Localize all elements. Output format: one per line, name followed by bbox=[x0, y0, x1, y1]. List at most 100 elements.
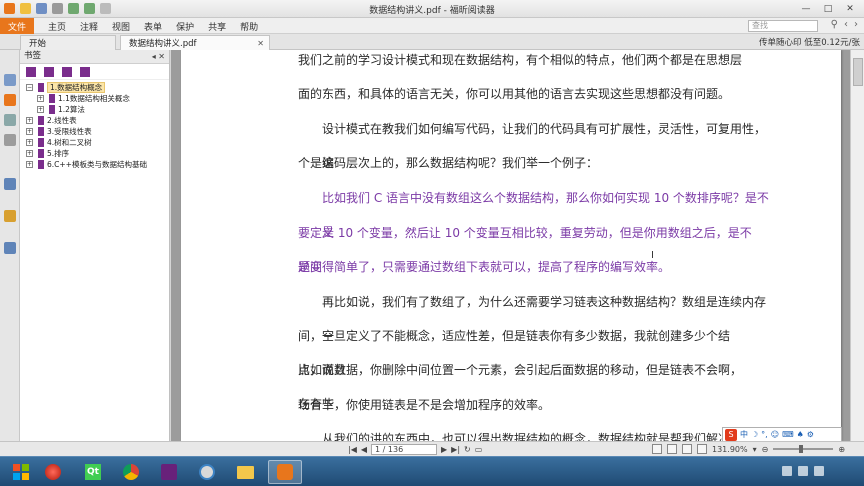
taskbar-app[interactable] bbox=[114, 460, 148, 484]
bookmark-icon[interactable] bbox=[4, 94, 16, 106]
continuous-facing-icon[interactable] bbox=[697, 444, 707, 454]
bookmark-item[interactable]: + 3.受限线性表 bbox=[20, 126, 169, 137]
sogou-icon[interactable]: S bbox=[725, 428, 737, 441]
bookmark-item[interactable]: + 5.排序 bbox=[20, 148, 169, 159]
search-icon[interactable]: ⚲ bbox=[831, 19, 838, 30]
bookmark-delete-icon[interactable] bbox=[62, 66, 72, 77]
close-icon[interactable]: ✕ bbox=[840, 2, 860, 15]
tools-icon[interactable]: ⚙ bbox=[807, 430, 814, 439]
doc-line: 从我们的讲的东西中，也可以得出数据结构的概念，数据结构就是帮我们解决如何依 bbox=[322, 432, 767, 441]
tab-close-icon[interactable]: ✕ bbox=[257, 39, 264, 48]
search-input[interactable]: 查找 bbox=[748, 20, 818, 32]
zoom-out-icon[interactable]: ⊖ bbox=[762, 445, 769, 454]
scrollbar-thumb[interactable] bbox=[853, 58, 863, 86]
bookmark-item[interactable]: + 6.C++模板类与数据结构基础 bbox=[20, 159, 169, 170]
taskbar-app[interactable] bbox=[190, 460, 224, 484]
zoom-options-icon[interactable]: ▾ bbox=[753, 445, 757, 454]
tab-document[interactable]: 数据结构讲义.pdf ✕ bbox=[120, 35, 270, 50]
first-page-icon[interactable]: |◀ bbox=[348, 445, 357, 454]
taskbar: Qt bbox=[0, 456, 864, 486]
zoom-slider[interactable] bbox=[773, 445, 834, 453]
start-button[interactable] bbox=[4, 460, 38, 484]
bookmark-item[interactable]: + 1.2算法 bbox=[20, 104, 169, 115]
moon-icon[interactable]: ☽ bbox=[751, 430, 758, 439]
collapse-icon[interactable]: − bbox=[26, 84, 33, 91]
taskbar-app[interactable] bbox=[36, 460, 70, 484]
menu-view[interactable]: 视图 bbox=[112, 20, 130, 33]
panel-controls-icon[interactable]: ◂ ✕ bbox=[152, 50, 165, 63]
document-view[interactable]: 我们之前的学习设计模式和现在数据结构，有个相似的特点，他们两个都是在思想层 面的… bbox=[171, 50, 864, 441]
expand-icon[interactable]: + bbox=[26, 150, 33, 157]
expand-icon[interactable]: + bbox=[26, 117, 33, 124]
bookmark-item[interactable]: + 2.线性表 bbox=[20, 115, 169, 126]
page-navigation: |◀ ◀ 1 / 136 ▶ ▶| ↻ ▭ bbox=[348, 444, 482, 455]
comments-icon[interactable] bbox=[4, 134, 16, 146]
menu-home[interactable]: 主页 bbox=[48, 20, 66, 33]
pages-icon[interactable] bbox=[4, 74, 16, 86]
taskbar-app[interactable] bbox=[228, 460, 262, 484]
tray-icon[interactable] bbox=[782, 466, 792, 476]
menu-comment[interactable]: 注释 bbox=[80, 20, 98, 33]
ime-toolbar[interactable]: S 中 ☽ °, ☺ ⌨ ♠ ⚙ bbox=[722, 427, 842, 442]
skin-icon[interactable]: ♠ bbox=[797, 430, 804, 439]
bookmark-panel-title: 书签 bbox=[24, 51, 42, 61]
keyboard-icon[interactable]: ⌨ bbox=[782, 430, 794, 439]
taskbar-app[interactable]: Qt bbox=[76, 460, 110, 484]
bookmark-item[interactable]: − 1.数据结构概念 bbox=[20, 82, 169, 93]
tray-icon[interactable] bbox=[798, 466, 808, 476]
expand-icon[interactable]: + bbox=[37, 106, 44, 113]
last-page-icon[interactable]: ▶| bbox=[451, 445, 460, 454]
taskbar-app[interactable] bbox=[152, 460, 186, 484]
attachment-icon[interactable] bbox=[4, 178, 16, 190]
bookmark-item[interactable]: + 4.树和二叉树 bbox=[20, 137, 169, 148]
next-result-icon[interactable]: › bbox=[854, 19, 858, 30]
layout-icon[interactable]: ▭ bbox=[475, 445, 483, 454]
menu-share[interactable]: 共享 bbox=[208, 20, 226, 33]
zoom-level[interactable]: 131.90% bbox=[712, 445, 748, 454]
expand-icon[interactable]: + bbox=[26, 128, 33, 135]
promo-text[interactable]: 传单随心印 低至0.12元/张 bbox=[759, 36, 860, 48]
windows-logo-icon bbox=[13, 464, 29, 480]
prev-page-icon[interactable]: ◀ bbox=[361, 445, 367, 454]
facing-icon[interactable] bbox=[682, 444, 692, 454]
pdf-page[interactable]: 我们之前的学习设计模式和现在数据结构，有个相似的特点，他们两个都是在思想层 面的… bbox=[181, 50, 841, 441]
lock-icon[interactable] bbox=[4, 210, 16, 222]
minimize-icon[interactable]: — bbox=[796, 2, 816, 15]
punctuation-icon[interactable]: °, bbox=[761, 430, 768, 439]
system-tray bbox=[782, 466, 824, 476]
ime-language[interactable]: 中 bbox=[740, 429, 748, 440]
bookmark-flag-icon bbox=[49, 94, 55, 103]
bookmark-expand-icon[interactable] bbox=[26, 66, 36, 77]
continuous-icon[interactable] bbox=[667, 444, 677, 454]
maximize-icon[interactable]: □ bbox=[818, 2, 838, 15]
tab-document-label: 数据结构讲义.pdf bbox=[129, 39, 197, 49]
zoom-in-icon[interactable]: ⊕ bbox=[838, 445, 845, 454]
expand-icon[interactable]: + bbox=[37, 95, 44, 102]
bookmark-panel: 书签 ◂ ✕ − 1.数据结构概念 + 1.1数据结构相关概念 + 1.2算法 … bbox=[20, 50, 170, 441]
chrome-icon bbox=[123, 464, 139, 480]
menu-help[interactable]: 帮助 bbox=[240, 20, 258, 33]
expand-icon[interactable]: + bbox=[26, 161, 33, 168]
prev-result-icon[interactable]: ‹ bbox=[844, 19, 848, 30]
bookmark-item[interactable]: + 1.1数据结构相关概念 bbox=[20, 93, 169, 104]
page-number-input[interactable]: 1 / 136 bbox=[371, 444, 438, 455]
signature-icon[interactable] bbox=[4, 242, 16, 254]
menu-file[interactable]: 文件 bbox=[0, 18, 34, 34]
tray-icon[interactable] bbox=[814, 466, 824, 476]
vertical-scrollbar[interactable] bbox=[850, 50, 864, 441]
next-page-icon[interactable]: ▶ bbox=[441, 445, 447, 454]
single-page-icon[interactable] bbox=[652, 444, 662, 454]
tab-start[interactable]: 开始 bbox=[20, 35, 116, 50]
menu-right-controls: ⚲ ‹ › bbox=[831, 19, 858, 30]
menu-protect[interactable]: 保护 bbox=[176, 20, 194, 33]
menu-form[interactable]: 表单 bbox=[144, 20, 162, 33]
taskbar-app-active[interactable] bbox=[268, 460, 302, 484]
bookmark-add-icon[interactable] bbox=[44, 66, 54, 77]
zoom-slider-knob[interactable] bbox=[799, 445, 804, 453]
bookmark-options-icon[interactable] bbox=[80, 66, 90, 77]
reflow-icon[interactable]: ↻ bbox=[464, 445, 471, 454]
layers-icon[interactable] bbox=[4, 114, 16, 126]
doc-line: 面的东西，和具体的语言无关，你可以用其他的语言去实现这些思想都没有问题。 bbox=[298, 87, 731, 101]
emoji-icon[interactable]: ☺ bbox=[771, 430, 779, 439]
expand-icon[interactable]: + bbox=[26, 139, 33, 146]
